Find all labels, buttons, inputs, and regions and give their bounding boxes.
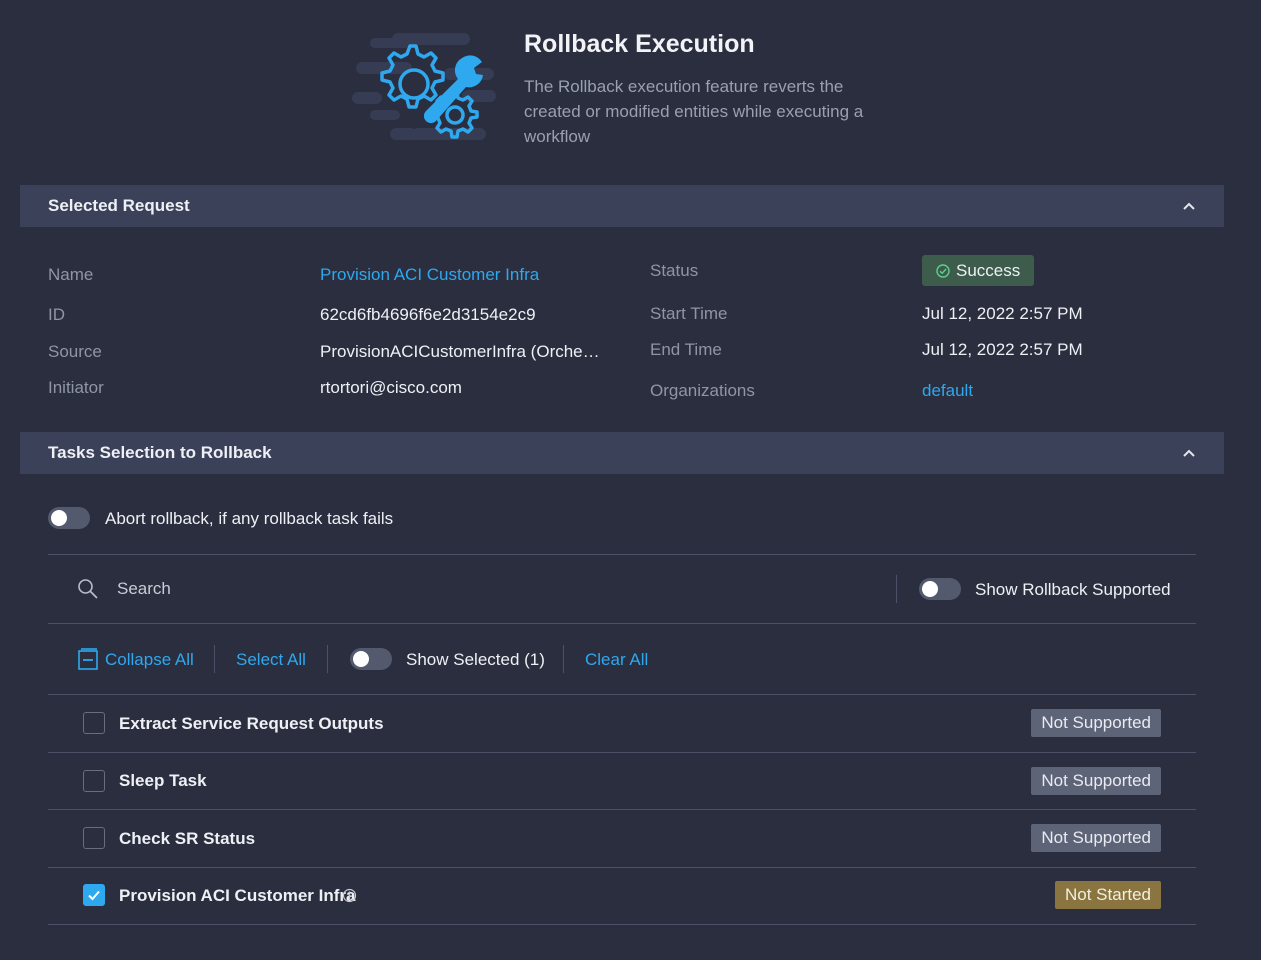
divider [48,809,1196,810]
tasks-section-header[interactable]: Tasks Selection to Rollback [20,432,1224,474]
chevron-up-icon[interactable] [1182,199,1196,213]
divider [214,645,215,673]
section-title: Tasks Selection to Rollback [48,443,272,462]
id-label: ID [48,305,65,324]
organizations-link[interactable]: default [922,381,973,401]
organizations-label: Organizations [650,381,755,400]
divider [48,554,1196,555]
start-time-label: Start Time [650,304,728,323]
abort-rollback-toggle[interactable] [48,507,90,529]
row-checkbox[interactable] [83,712,105,734]
divider [563,645,564,673]
divider [48,867,1196,868]
page-title: Rollback Execution [524,30,755,58]
row-label: Check SR Status [119,829,256,848]
start-time-value: Jul 12, 2022 2:57 PM [922,304,1083,323]
source-value: ProvisionACICustomerInfra (Orche… [320,342,600,361]
end-time-label: End Time [650,340,722,359]
gears-wrench-illustration [352,33,496,140]
divider [48,924,1196,925]
hero: Rollback Execution The Rollback executio… [352,28,912,158]
end-time-value: Jul 12, 2022 2:57 PM [922,340,1083,359]
show-rollback-supported-toggle[interactable] [919,578,961,600]
status-badge: Not Supported [1031,767,1161,795]
select-all-button[interactable]: Select All [236,650,306,670]
divider [896,575,897,603]
status-text: Success [956,260,1021,280]
source-label: Source [48,342,102,361]
show-rollback-supported-label: Show Rollback Supported [975,580,1171,599]
page-description: The Rollback execution feature reverts t… [524,77,864,146]
name-link[interactable]: Provision ACI Customer Infra [320,265,539,285]
status-badge: Not Supported [1031,709,1161,737]
row-checkbox[interactable] [83,770,105,792]
checkmark-icon [88,890,100,901]
row-label: Sleep Task [119,771,207,790]
info-icon[interactable] [342,888,357,903]
divider [327,645,328,673]
name-label: Name [48,265,94,284]
show-selected-toggle[interactable] [350,648,392,670]
status-label: Status [650,261,699,280]
initiator-value: rtortori@cisco.com [320,378,462,397]
selected-request-header[interactable]: Selected Request [20,185,1224,227]
row-checkbox[interactable] [83,827,105,849]
abort-rollback-label: Abort rollback, if any rollback task fai… [105,509,394,528]
show-selected-label: Show Selected (1) [406,650,545,669]
status-badge: Not Supported [1031,824,1161,852]
status-badge: Not Started [1055,881,1161,909]
status-badge: Success [922,255,1035,286]
row-label: Provision ACI Customer Infra [119,886,356,905]
divider [48,623,1196,624]
check-circle-icon [936,263,950,278]
section-title: Selected Request [48,196,190,215]
collapse-all-button[interactable]: Collapse All [105,650,194,670]
search-input[interactable]: Search [117,579,171,599]
initiator-label: Initiator [48,378,104,397]
divider [48,752,1196,753]
id-value: 62cd6fb4696f6e2d3154e2c9 [320,305,536,324]
row-checkbox[interactable] [83,884,105,906]
chevron-up-icon[interactable] [1182,446,1196,460]
divider [48,694,1196,695]
collapse-icon[interactable] [78,648,98,670]
row-label: Extract Service Request Outputs [119,714,384,733]
search-icon [78,579,98,599]
clear-all-button[interactable]: Clear All [585,650,648,670]
